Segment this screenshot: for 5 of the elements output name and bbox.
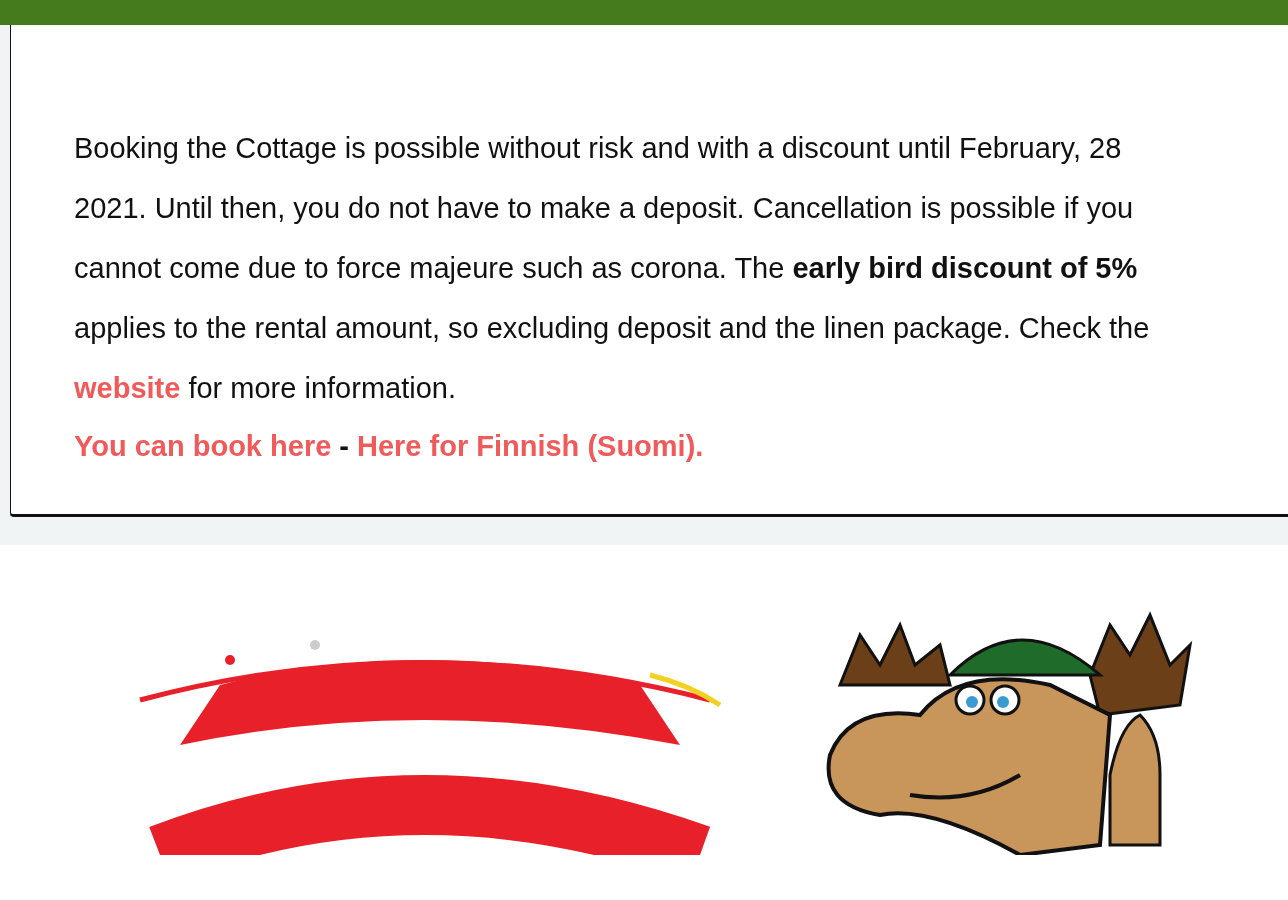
website-link[interactable]: website	[74, 372, 181, 404]
link-separator: -	[339, 429, 349, 464]
notice-paragraph: Booking the Cottage is possible without risk and with a discount until February, 28 2021. Until then, you do not have to make a deposit. Cancellation is possible if you cannot come due to force majeure such as corona. The early bird discount of 5% applies to the rental amount, so excluding deposit and the linen package. Check the website for more information.	[74, 131, 1151, 406]
booking-link[interactable]: You can book here	[74, 418, 332, 474]
finnish-link[interactable]: Here for Finnish (Suomi).	[356, 418, 704, 474]
